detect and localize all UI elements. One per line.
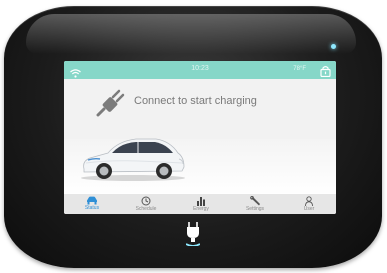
wrench-icon [230,196,280,206]
bottom-nav: Status Schedule Energy Settings User [64,194,336,214]
nav-label-status: Status [84,205,100,211]
nav-label-schedule: Schedule [135,206,157,212]
connect-message: Connect to start charging [134,95,257,107]
status-led [331,44,336,49]
device-glare [26,14,356,54]
car-image [78,129,188,188]
nav-settings[interactable]: Settings [230,194,280,214]
vehicle-display [64,138,336,195]
user-icon [284,196,334,206]
nav-label-energy: Energy [193,206,209,212]
plug-connector-icon [185,222,201,251]
clock-icon [121,196,171,206]
nav-label-user: User [303,206,315,212]
car-icon [67,196,117,205]
status-bar: 10:23 78°F [64,61,336,79]
bar-chart-icon [176,196,226,206]
nav-schedule[interactable]: Schedule [121,194,171,214]
nav-user[interactable]: User [284,194,334,214]
plug-icon [96,89,128,122]
touch-screen: 10:23 78°F Connect to start charging Sta… [64,61,336,214]
nav-status[interactable]: Status [67,194,117,214]
nav-energy[interactable]: Energy [176,194,226,214]
nav-label-settings: Settings [245,206,265,212]
temperature-readout: 78°F [293,66,306,72]
